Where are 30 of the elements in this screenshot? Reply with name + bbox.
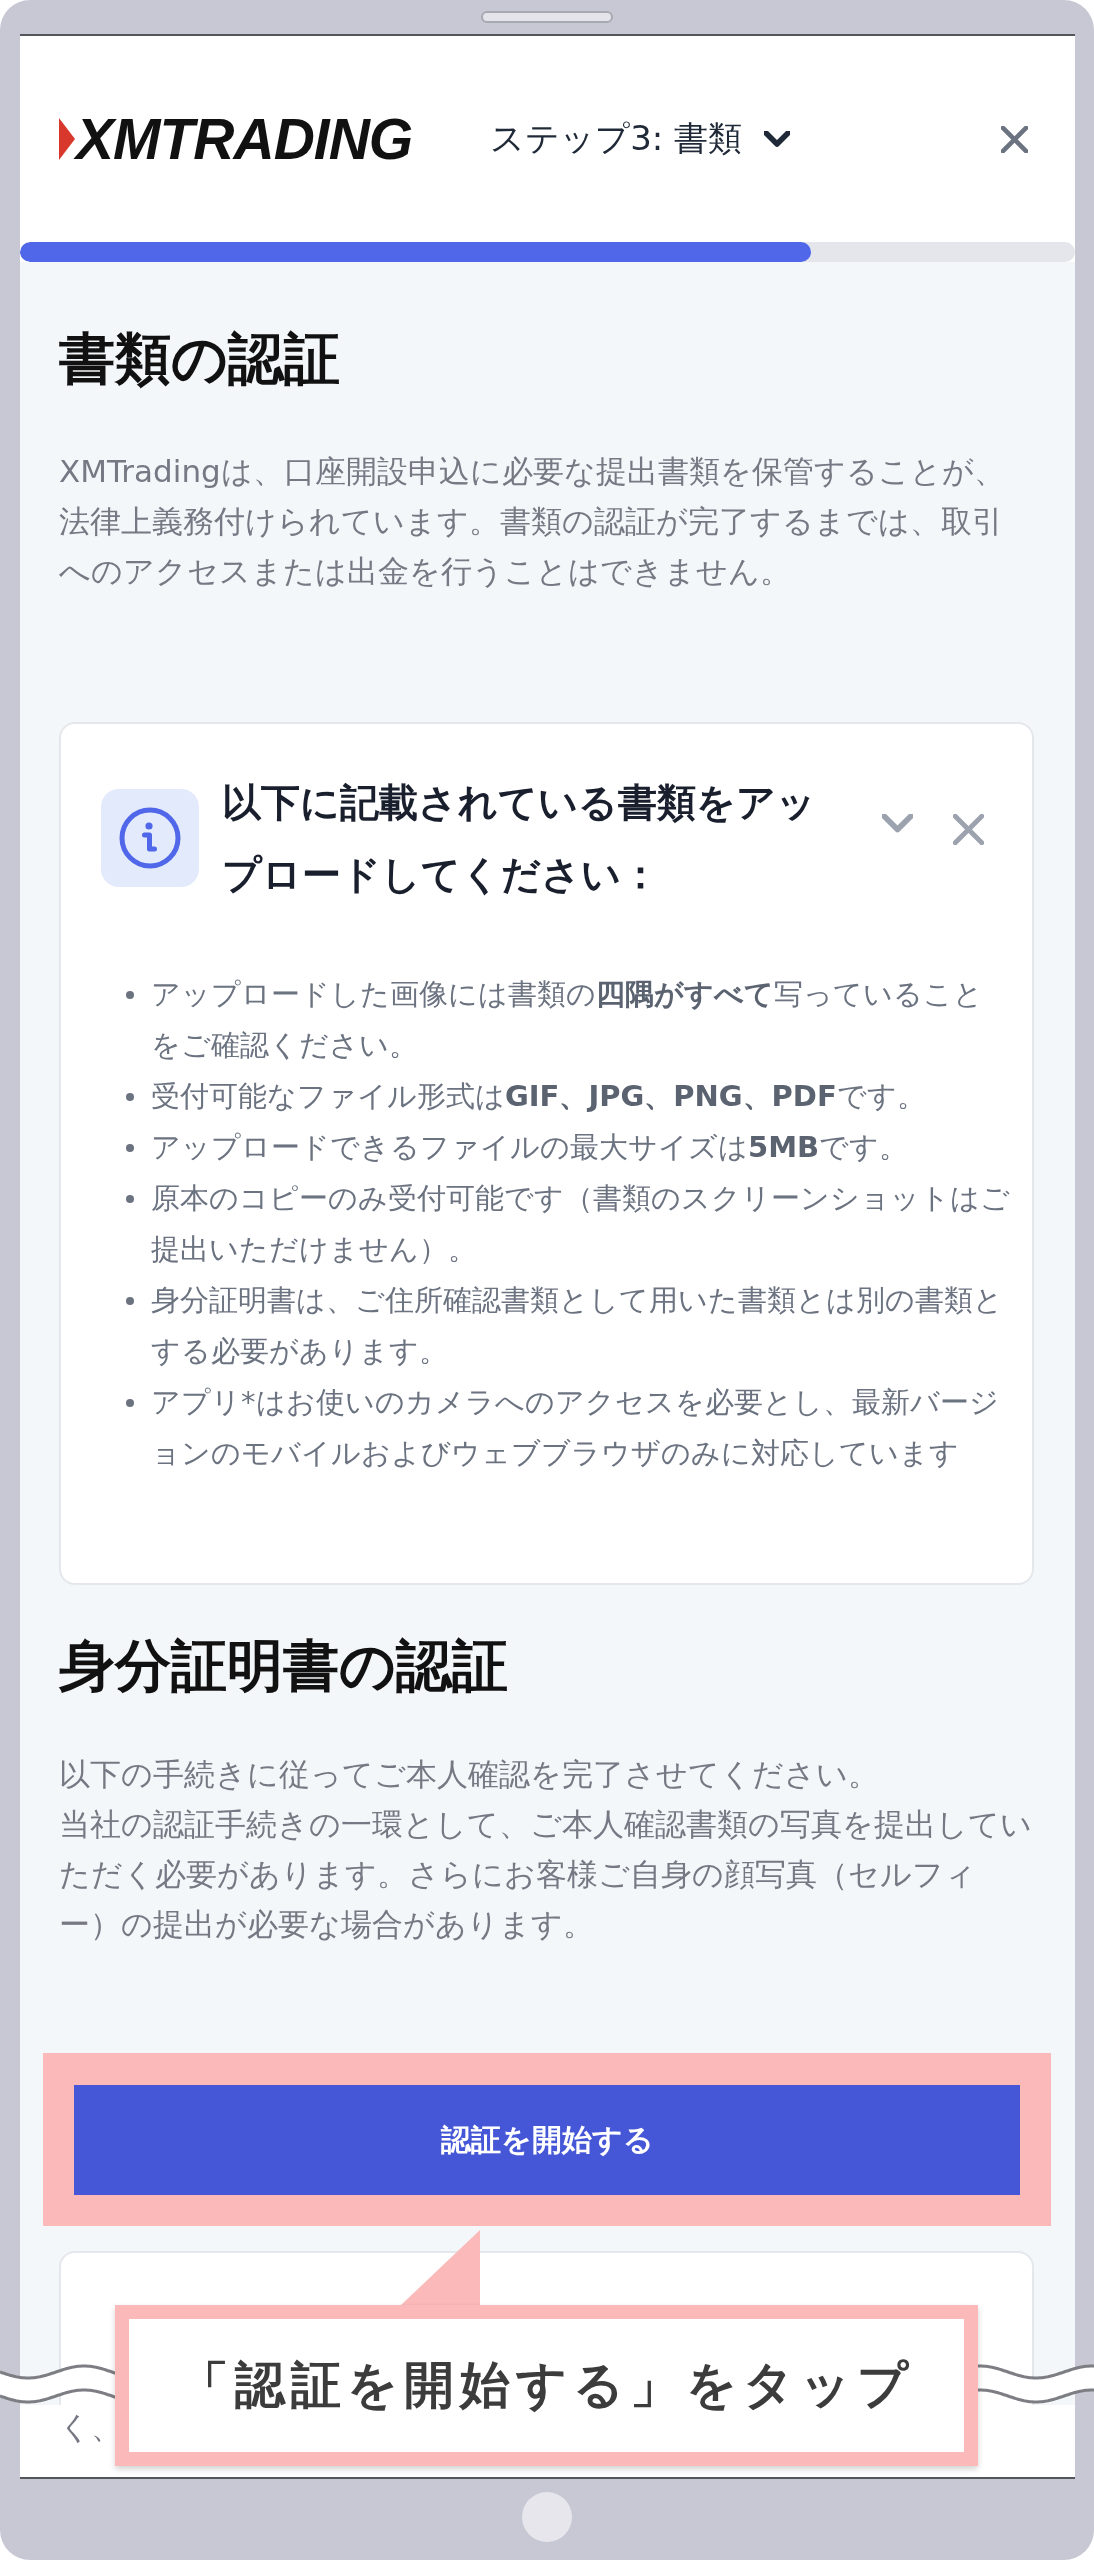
bullet-icon [126, 991, 134, 999]
step-dropdown[interactable]: ステップ3: 書類 [490, 116, 791, 162]
requirement-text: アップロードした画像には書類の四隅がすべて写っていることをご確認ください。 [151, 976, 984, 1064]
requirement-text: 受付可能なファイル形式はGIF、JPG、PNG、PDFです。 [151, 1078, 926, 1115]
section-description: 以下の手続きに従ってご本人確認を完了させてください。 [59, 1755, 880, 1794]
start-verification-button[interactable]: 認証を開始する [74, 2085, 1020, 2195]
section-description: 当社の認証手続きの一環として、ご本人確認書類の写真を提出していただく必要があります。さらにお客様ご自身の顔写真（セルフィー）の提出が必要な場合があります。 [59, 1805, 1033, 1944]
speaker-slot-icon [481, 11, 613, 23]
bullet-icon [126, 1093, 134, 1101]
requirement-text: 身分証明書は、ご住所確認書類として用いた書類とは別の書類とする必要があります。 [151, 1282, 1004, 1370]
bullet-icon [126, 1144, 134, 1152]
section-heading: 身分証明書の認証 [59, 1632, 509, 1700]
bullet-icon [126, 1195, 134, 1203]
bullet-icon [126, 1297, 134, 1305]
chevron-down-icon[interactable] [882, 814, 913, 833]
continued-text: く、 [59, 2409, 122, 2445]
notice-title: 以下に記載されている書類をアップロードしてください： [222, 779, 817, 899]
requirement-text: アプリ*はお使いのカメラへのアクセスを必要とし、最新バージョンのモバイルおよびウェブブラウザのみに対応しています [151, 1384, 1000, 1472]
close-icon[interactable] [953, 814, 984, 845]
section-description: XMTradingは、口座開設申込に必要な提出書類を保管することが、法律上義務付けられています。書類の認証が完了するまでは、取引へのアクセスまたは出金を行うことはできません。 [59, 452, 1006, 591]
requirement-text: アップロードできるファイルの最大サイズは5MBです。 [151, 1129, 909, 1166]
callout-text: 「認証を開始する」をタップ [179, 2355, 914, 2416]
bullet-icon [126, 1399, 134, 1407]
info-icon [101, 789, 199, 887]
section-heading: 書類の認証 [59, 325, 341, 393]
home-button-icon [522, 2492, 572, 2542]
brand-logo: XMTRADING [59, 110, 413, 168]
close-icon[interactable] [1001, 125, 1028, 153]
chevron-down-icon [764, 131, 791, 147]
requirement-text: 原本のコピーのみ受付可能です（書類のスクリーンショットはご提出いただけません）。 [151, 1180, 1010, 1268]
